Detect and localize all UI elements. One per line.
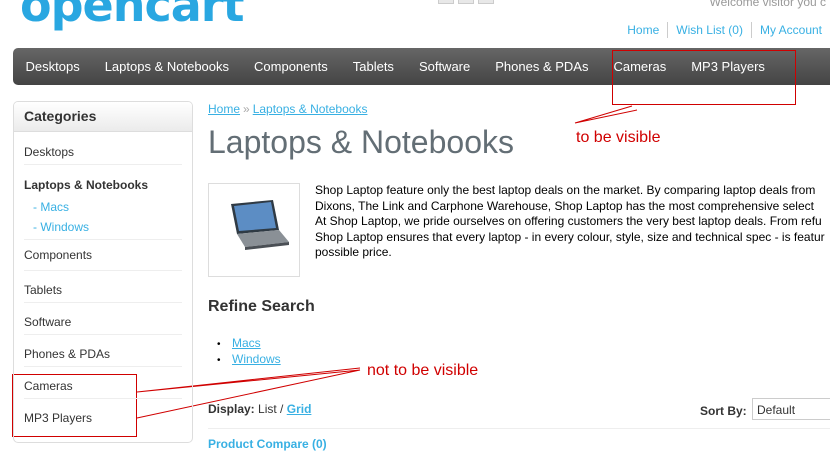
divider [208, 428, 830, 429]
category-desktops[interactable]: Desktops [24, 132, 182, 165]
description-line: Shop Laptop feature only the best laptop… [315, 183, 816, 197]
category-laptops[interactable]: Laptops & Notebooks [24, 165, 182, 197]
subcategory-macs[interactable]: - Macs [24, 197, 182, 217]
category-image [208, 183, 300, 277]
product-compare-link[interactable]: Product Compare (0) [208, 437, 327, 451]
category-phones[interactable]: Phones & PDAs [24, 335, 182, 367]
category-components[interactable]: Components [24, 240, 182, 271]
category-mp3[interactable]: MP3 Players [24, 399, 182, 430]
sort-by-label: Sort By: [700, 404, 747, 418]
categories-box: Categories Desktops Laptops & Notebooks … [13, 101, 193, 443]
sort-select[interactable]: Default [752, 398, 830, 420]
description-line: At Shop Laptop, we pride ourselves on of… [315, 214, 822, 228]
breadcrumb-current[interactable]: Laptops & Notebooks [253, 102, 368, 116]
categories-heading: Categories [14, 102, 192, 132]
category-description: Shop Laptop feature only the best laptop… [315, 183, 830, 261]
display-label: Display: [208, 402, 255, 416]
laptop-icon [231, 200, 289, 250]
category-tablets[interactable]: Tablets [24, 271, 182, 303]
category-cameras[interactable]: Cameras [24, 367, 182, 399]
list-item: Windows [232, 352, 281, 368]
category-software[interactable]: Software [24, 303, 182, 335]
breadcrumb-separator: » [243, 102, 250, 116]
subcategory-windows[interactable]: - Windows [24, 217, 182, 237]
refine-link-windows[interactable]: Windows [232, 352, 281, 366]
refine-search-list: Macs Windows [232, 336, 281, 368]
list-item: Macs [232, 336, 281, 352]
display-toggle: Display: List / Grid [208, 402, 311, 416]
display-list[interactable]: List [258, 402, 277, 416]
description-line: Dixons, The Link and Carphone Warehouse,… [315, 198, 814, 213]
refine-search-heading: Refine Search [208, 298, 315, 315]
annotation-to-be-visible: to be visible [576, 129, 661, 146]
breadcrumb: Home» Laptops & Notebooks [208, 102, 367, 116]
page-title: Laptops & Notebooks [208, 124, 514, 160]
annotation-not-to-be-visible: not to be visible [367, 362, 479, 379]
display-slash: / [276, 402, 287, 416]
refine-link-macs[interactable]: Macs [232, 336, 261, 350]
description-line: Shop Laptop ensures that every laptop - … [315, 229, 825, 244]
description-line: possible price. [315, 245, 392, 259]
display-grid-link[interactable]: Grid [287, 402, 312, 416]
breadcrumb-home[interactable]: Home [208, 102, 240, 116]
